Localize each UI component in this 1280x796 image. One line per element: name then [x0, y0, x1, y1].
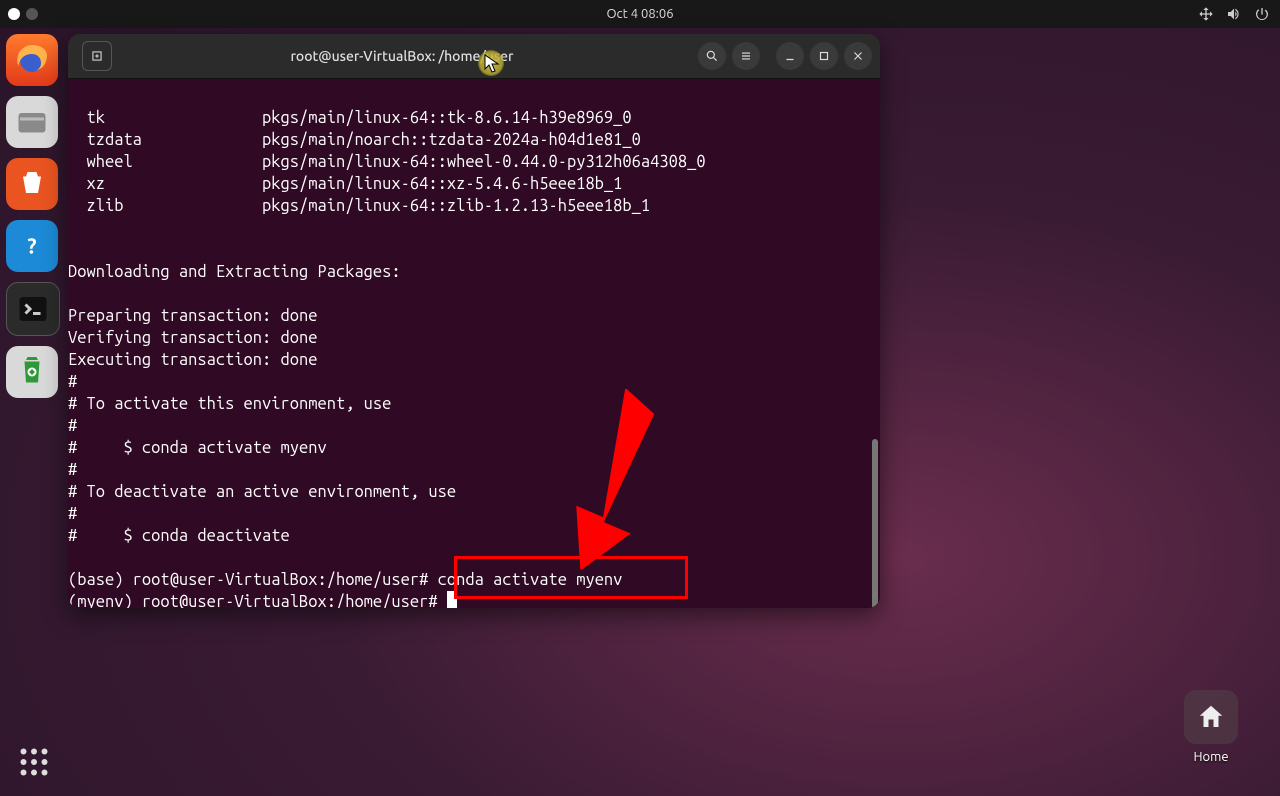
terminal-icon — [15, 291, 51, 327]
menubar-left — [8, 8, 38, 20]
dock-software[interactable] — [6, 158, 58, 210]
firefox-icon — [14, 42, 50, 78]
output-line: wheel pkgs/main/linux-64::wheel-0.44.0-p… — [68, 153, 706, 171]
search-button[interactable] — [698, 42, 726, 70]
output-line: Executing transaction: done — [68, 351, 317, 369]
dock: ? — [6, 34, 58, 398]
output-line: # To deactivate an active environment, u… — [68, 483, 456, 501]
dock-help[interactable]: ? — [6, 220, 58, 272]
network-icon[interactable] — [1198, 6, 1214, 22]
terminal-body[interactable]: tk pkgs/main/linux-64::tk-8.6.14-h39e896… — [68, 79, 880, 608]
indicator-dot-dim — [26, 8, 38, 20]
home-icon — [1196, 702, 1226, 732]
dock-firefox[interactable] — [6, 34, 58, 86]
home-icon-label: Home — [1193, 750, 1228, 764]
output-line: # — [68, 417, 77, 435]
new-tab-icon — [90, 49, 104, 63]
minimize-button[interactable] — [776, 42, 804, 70]
top-menubar: Oct 4 08:06 — [0, 0, 1280, 28]
terminal-window: root@user-VirtualBox: /home/user tk pkgs… — [68, 34, 880, 608]
output-line: # — [68, 461, 77, 479]
annotation-red-box — [454, 556, 688, 599]
svg-text:?: ? — [27, 234, 36, 258]
search-icon — [705, 49, 719, 63]
output-line: Preparing transaction: done — [68, 307, 317, 325]
output-line: tzdata pkgs/main/noarch::tzdata-2024a-h0… — [68, 131, 641, 149]
output-line: # — [68, 505, 77, 523]
prompt-base: (base) root@user-VirtualBox:/home/user# — [68, 571, 428, 589]
output-line: # To activate this environment, use — [68, 395, 391, 413]
dock-trash[interactable] — [6, 346, 58, 398]
window-title: root@user-VirtualBox: /home/user — [112, 48, 692, 64]
close-icon — [851, 49, 865, 63]
new-tab-button[interactable] — [82, 41, 112, 71]
maximize-icon — [817, 49, 831, 63]
output-line: xz pkgs/main/linux-64::xz-5.4.6-h5eee18b… — [68, 175, 622, 193]
indicator-dot-active — [8, 8, 20, 20]
files-icon — [14, 104, 50, 140]
output-line: # $ conda activate myenv — [68, 439, 327, 457]
prompt-myenv: (myenv) root@user-VirtualBox:/home/user# — [68, 593, 447, 608]
clock[interactable]: Oct 4 08:06 — [606, 7, 673, 21]
output-line: Downloading and Extracting Packages: — [68, 263, 401, 281]
hamburger-icon — [739, 49, 753, 63]
output-line: tk pkgs/main/linux-64::tk-8.6.14-h39e896… — [68, 109, 632, 127]
volume-icon[interactable] — [1226, 6, 1242, 22]
scrollbar-thumb[interactable] — [872, 439, 878, 608]
show-applications-button[interactable] — [16, 744, 52, 780]
output-line: Verifying transaction: done — [68, 329, 317, 347]
prompt-line: (myenv) root@user-VirtualBox:/home/user# — [68, 593, 457, 608]
dock-files[interactable] — [6, 96, 58, 148]
dock-terminal[interactable] — [6, 282, 60, 336]
output-line: # $ conda deactivate — [68, 527, 290, 545]
software-icon — [14, 166, 50, 202]
terminal-titlebar[interactable]: root@user-VirtualBox: /home/user — [68, 34, 880, 79]
minimize-icon — [783, 49, 797, 63]
desktop-home-icon[interactable]: Home — [1180, 690, 1242, 764]
output-line: # — [68, 373, 77, 391]
maximize-button[interactable] — [810, 42, 838, 70]
home-icon-chip — [1184, 690, 1238, 744]
apps-grid-icon — [16, 744, 52, 780]
menu-button[interactable] — [732, 42, 760, 70]
close-button[interactable] — [844, 42, 872, 70]
trash-icon — [14, 354, 50, 390]
output-line: zlib pkgs/main/linux-64::zlib-1.2.13-h5e… — [68, 197, 650, 215]
help-icon: ? — [14, 228, 50, 264]
power-icon[interactable] — [1254, 6, 1270, 22]
menubar-right[interactable] — [1198, 6, 1270, 22]
annotation-red-arrow — [568, 389, 678, 569]
